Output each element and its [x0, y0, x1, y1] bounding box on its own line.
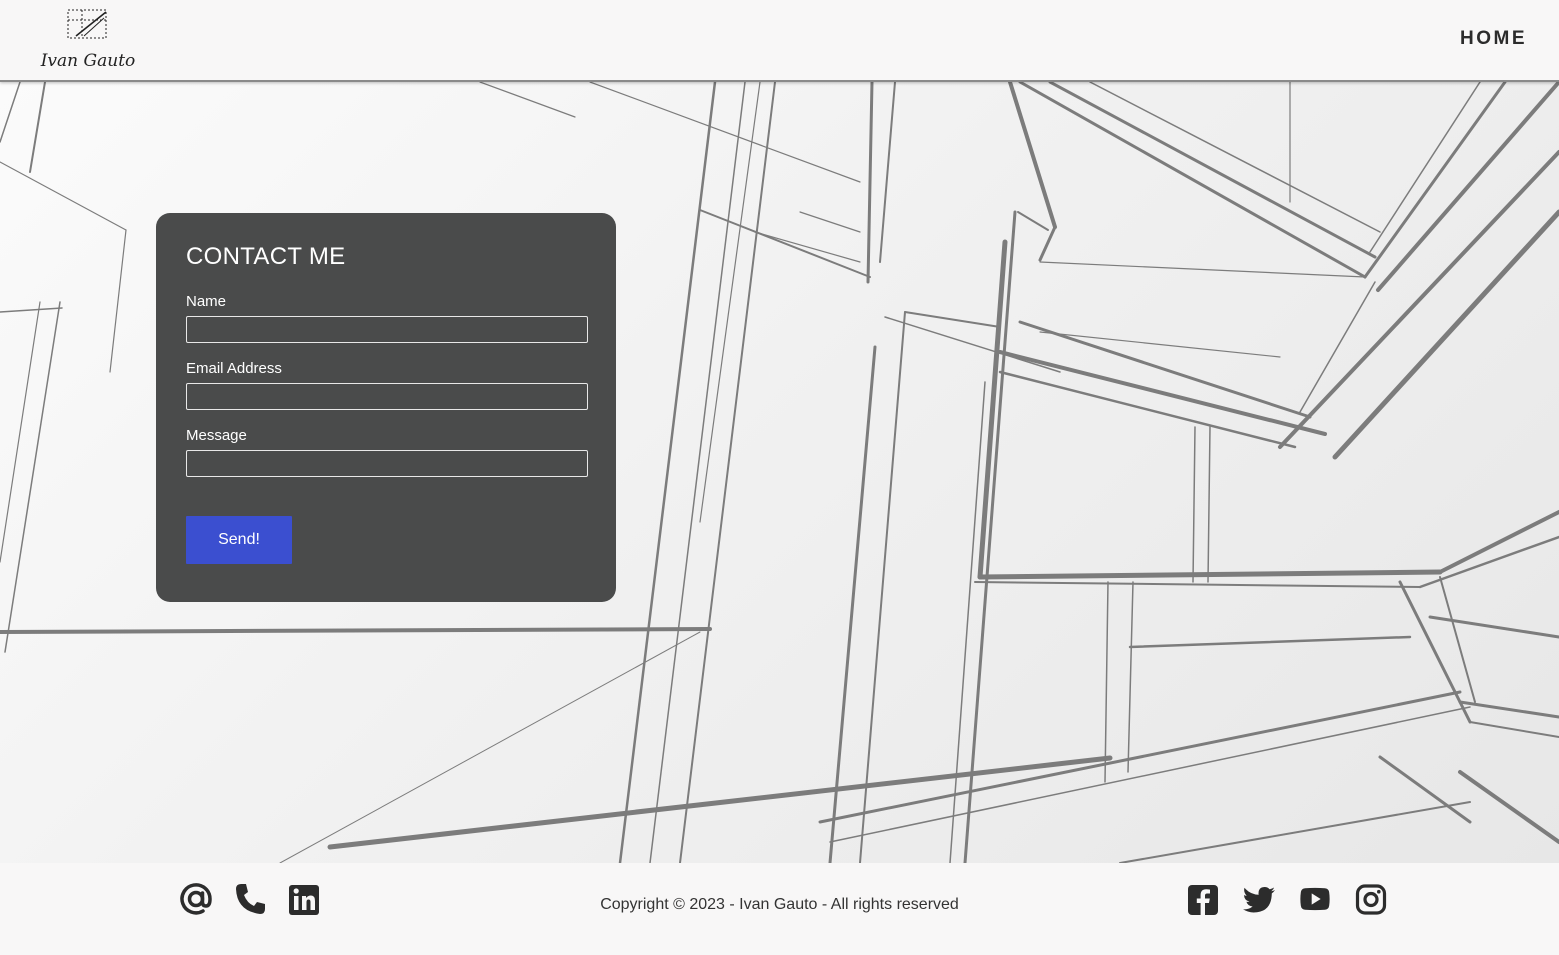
nav-home-link[interactable]: HOME: [1460, 28, 1527, 50]
instagram-icon[interactable]: [1354, 881, 1388, 917]
name-input[interactable]: [186, 316, 588, 343]
site-footer: Copyright © 2023 - Ivan Gauto - All righ…: [0, 863, 1559, 955]
message-input[interactable]: [186, 450, 588, 477]
contact-form: CONTACT ME Name Email Address Message Se…: [156, 213, 616, 602]
email-label: Email Address: [186, 360, 282, 377]
name-label: Name: [186, 293, 227, 310]
twitter-icon[interactable]: [1242, 881, 1276, 917]
site-header: Ivan Gauto HOME: [0, 0, 1559, 82]
page: Ivan Gauto HOME CONTACT ME Name Email Ad…: [0, 0, 1559, 955]
logo-graphic: Ivan Gauto: [40, 9, 136, 71]
contact-title: CONTACT ME: [186, 243, 346, 270]
message-label: Message: [186, 427, 247, 444]
facebook-icon[interactable]: [1186, 881, 1220, 917]
youtube-icon[interactable]: [1298, 881, 1332, 917]
brand-logo[interactable]: Ivan Gauto: [36, 6, 140, 76]
email-input[interactable]: [186, 383, 588, 410]
social-icons: [1186, 881, 1388, 917]
hero-background: CONTACT ME Name Email Address Message Se…: [0, 82, 1559, 863]
logo-signature: Ivan Gauto: [40, 51, 136, 71]
send-button[interactable]: Send!: [186, 516, 292, 564]
